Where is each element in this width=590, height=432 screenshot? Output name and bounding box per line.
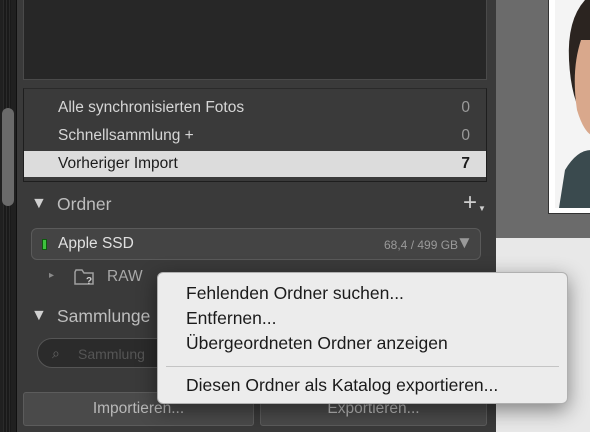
portrait-image <box>555 0 590 208</box>
panel-scrollbar[interactable] <box>0 0 17 432</box>
plus-icon: + <box>463 189 478 216</box>
disclosure-triangle-icon[interactable]: ▸ <box>49 270 54 281</box>
folder-name: RAW <box>107 268 143 285</box>
volume-size: 68,4 / 499 GB <box>384 238 459 252</box>
search-placeholder: Sammlung <box>78 346 145 362</box>
catalog-item-count: 0 <box>461 99 470 116</box>
collapse-triangle-icon: ▼ <box>31 195 47 212</box>
add-folder-button[interactable]: + ▼ <box>463 189 486 216</box>
catalog-item-count: 0 <box>461 127 470 144</box>
volume-collapse-icon[interactable]: ▼ <box>456 233 473 253</box>
menu-item-remove[interactable]: Entfernen... <box>186 308 276 329</box>
photo-image <box>555 0 590 208</box>
scrollbar-thumb[interactable] <box>2 108 14 206</box>
menu-item-export-as-catalog[interactable]: Diesen Ordner als Katalog exportieren... <box>186 375 498 396</box>
folders-section-title: Ordner <box>57 194 112 214</box>
folder-question-icon: ? <box>74 269 94 287</box>
scrollbar-track <box>3 0 11 432</box>
catalog-item-previous-import[interactable]: Vorheriger Import 7 <box>24 151 486 177</box>
volume-name: Apple SSD <box>58 235 134 252</box>
catalog-item-count: 7 <box>461 155 470 172</box>
catalog-item-label: Alle synchronisierten Fotos <box>58 99 245 116</box>
catalog-item-label: Vorheriger Import <box>58 155 178 172</box>
collections-section-title: Sammlunge <box>57 306 151 326</box>
menu-item-show-parent-folder[interactable]: Übergeordneten Ordner anzeigen <box>186 333 448 354</box>
volume-status-indicator <box>42 239 47 250</box>
context-menu: Fehlenden Ordner suchen... Entfernen... … <box>157 272 568 404</box>
folders-section-header[interactable]: ▼ Ordner <box>17 190 496 220</box>
catalog-item-quick-collection[interactable]: Schnellsammlung + 0 <box>24 123 486 149</box>
svg-text:?: ? <box>86 276 92 287</box>
menu-separator <box>166 366 559 367</box>
catalog-item-label: Schnellsammlung + <box>58 127 194 144</box>
dropdown-arrow-icon: ▼ <box>478 204 486 213</box>
catalog-item-synced-photos[interactable]: Alle synchronisierten Fotos 0 <box>24 95 486 121</box>
collapse-triangle-icon: ▼ <box>31 307 47 324</box>
menu-item-find-missing-folder[interactable]: Fehlenden Ordner suchen... <box>186 283 404 304</box>
catalog-list: Alle synchronisierten Fotos 0 Schnellsam… <box>23 88 487 182</box>
volume-row-apple-ssd[interactable]: Apple SSD 68,4 / 499 GB ▼ <box>31 228 481 260</box>
navigator-preview <box>23 0 487 80</box>
search-icon: ⌕ <box>52 345 60 361</box>
photo-thumbnail[interactable] <box>548 0 590 214</box>
